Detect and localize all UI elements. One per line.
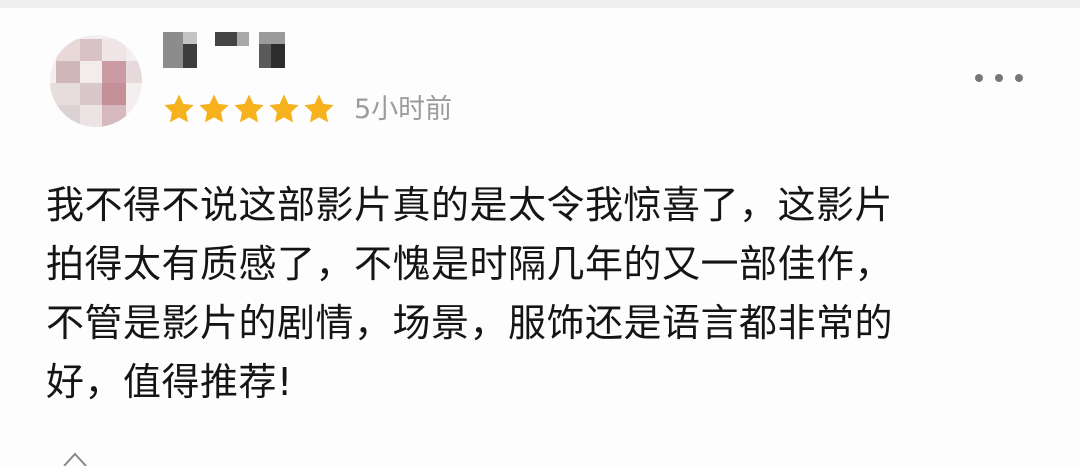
star-icon [304,94,334,123]
review-line: 不管是影片的剧情，场景，服饰还是语言都非常的 [46,301,894,345]
more-dot [995,74,1003,82]
top-divider [0,0,1080,8]
more-dot [1015,74,1023,82]
star-icon [269,94,299,123]
star-icon [234,94,264,123]
username[interactable] [163,30,293,70]
review-text: 我不得不说这部影片真的是太令我惊喜了，这影片 拍得太有质感了，不愧是时隔几年的又一… [46,176,1046,412]
review-line: 拍得太有质感了，不愧是时隔几年的又一部佳作， [46,242,894,286]
star-rating [162,92,336,128]
review-line: 我不得不说这部影片真的是太令我惊喜了，这影片 [46,183,894,227]
more-horizontal-icon[interactable] [975,71,1023,85]
comment-timestamp: 5小时前 [354,94,453,125]
more-dot [975,74,983,82]
star-icon [199,94,229,123]
review-line: 好，值得推荐! [46,360,293,404]
avatar[interactable] [50,35,142,127]
bottom-edge-glyph [63,452,87,466]
star-icon [164,94,194,123]
comment-card: 5小时前 我不得不说这部影片真的是太令我惊喜了，这影片 拍得太有质感了，不愧是时隔… [0,0,1080,466]
